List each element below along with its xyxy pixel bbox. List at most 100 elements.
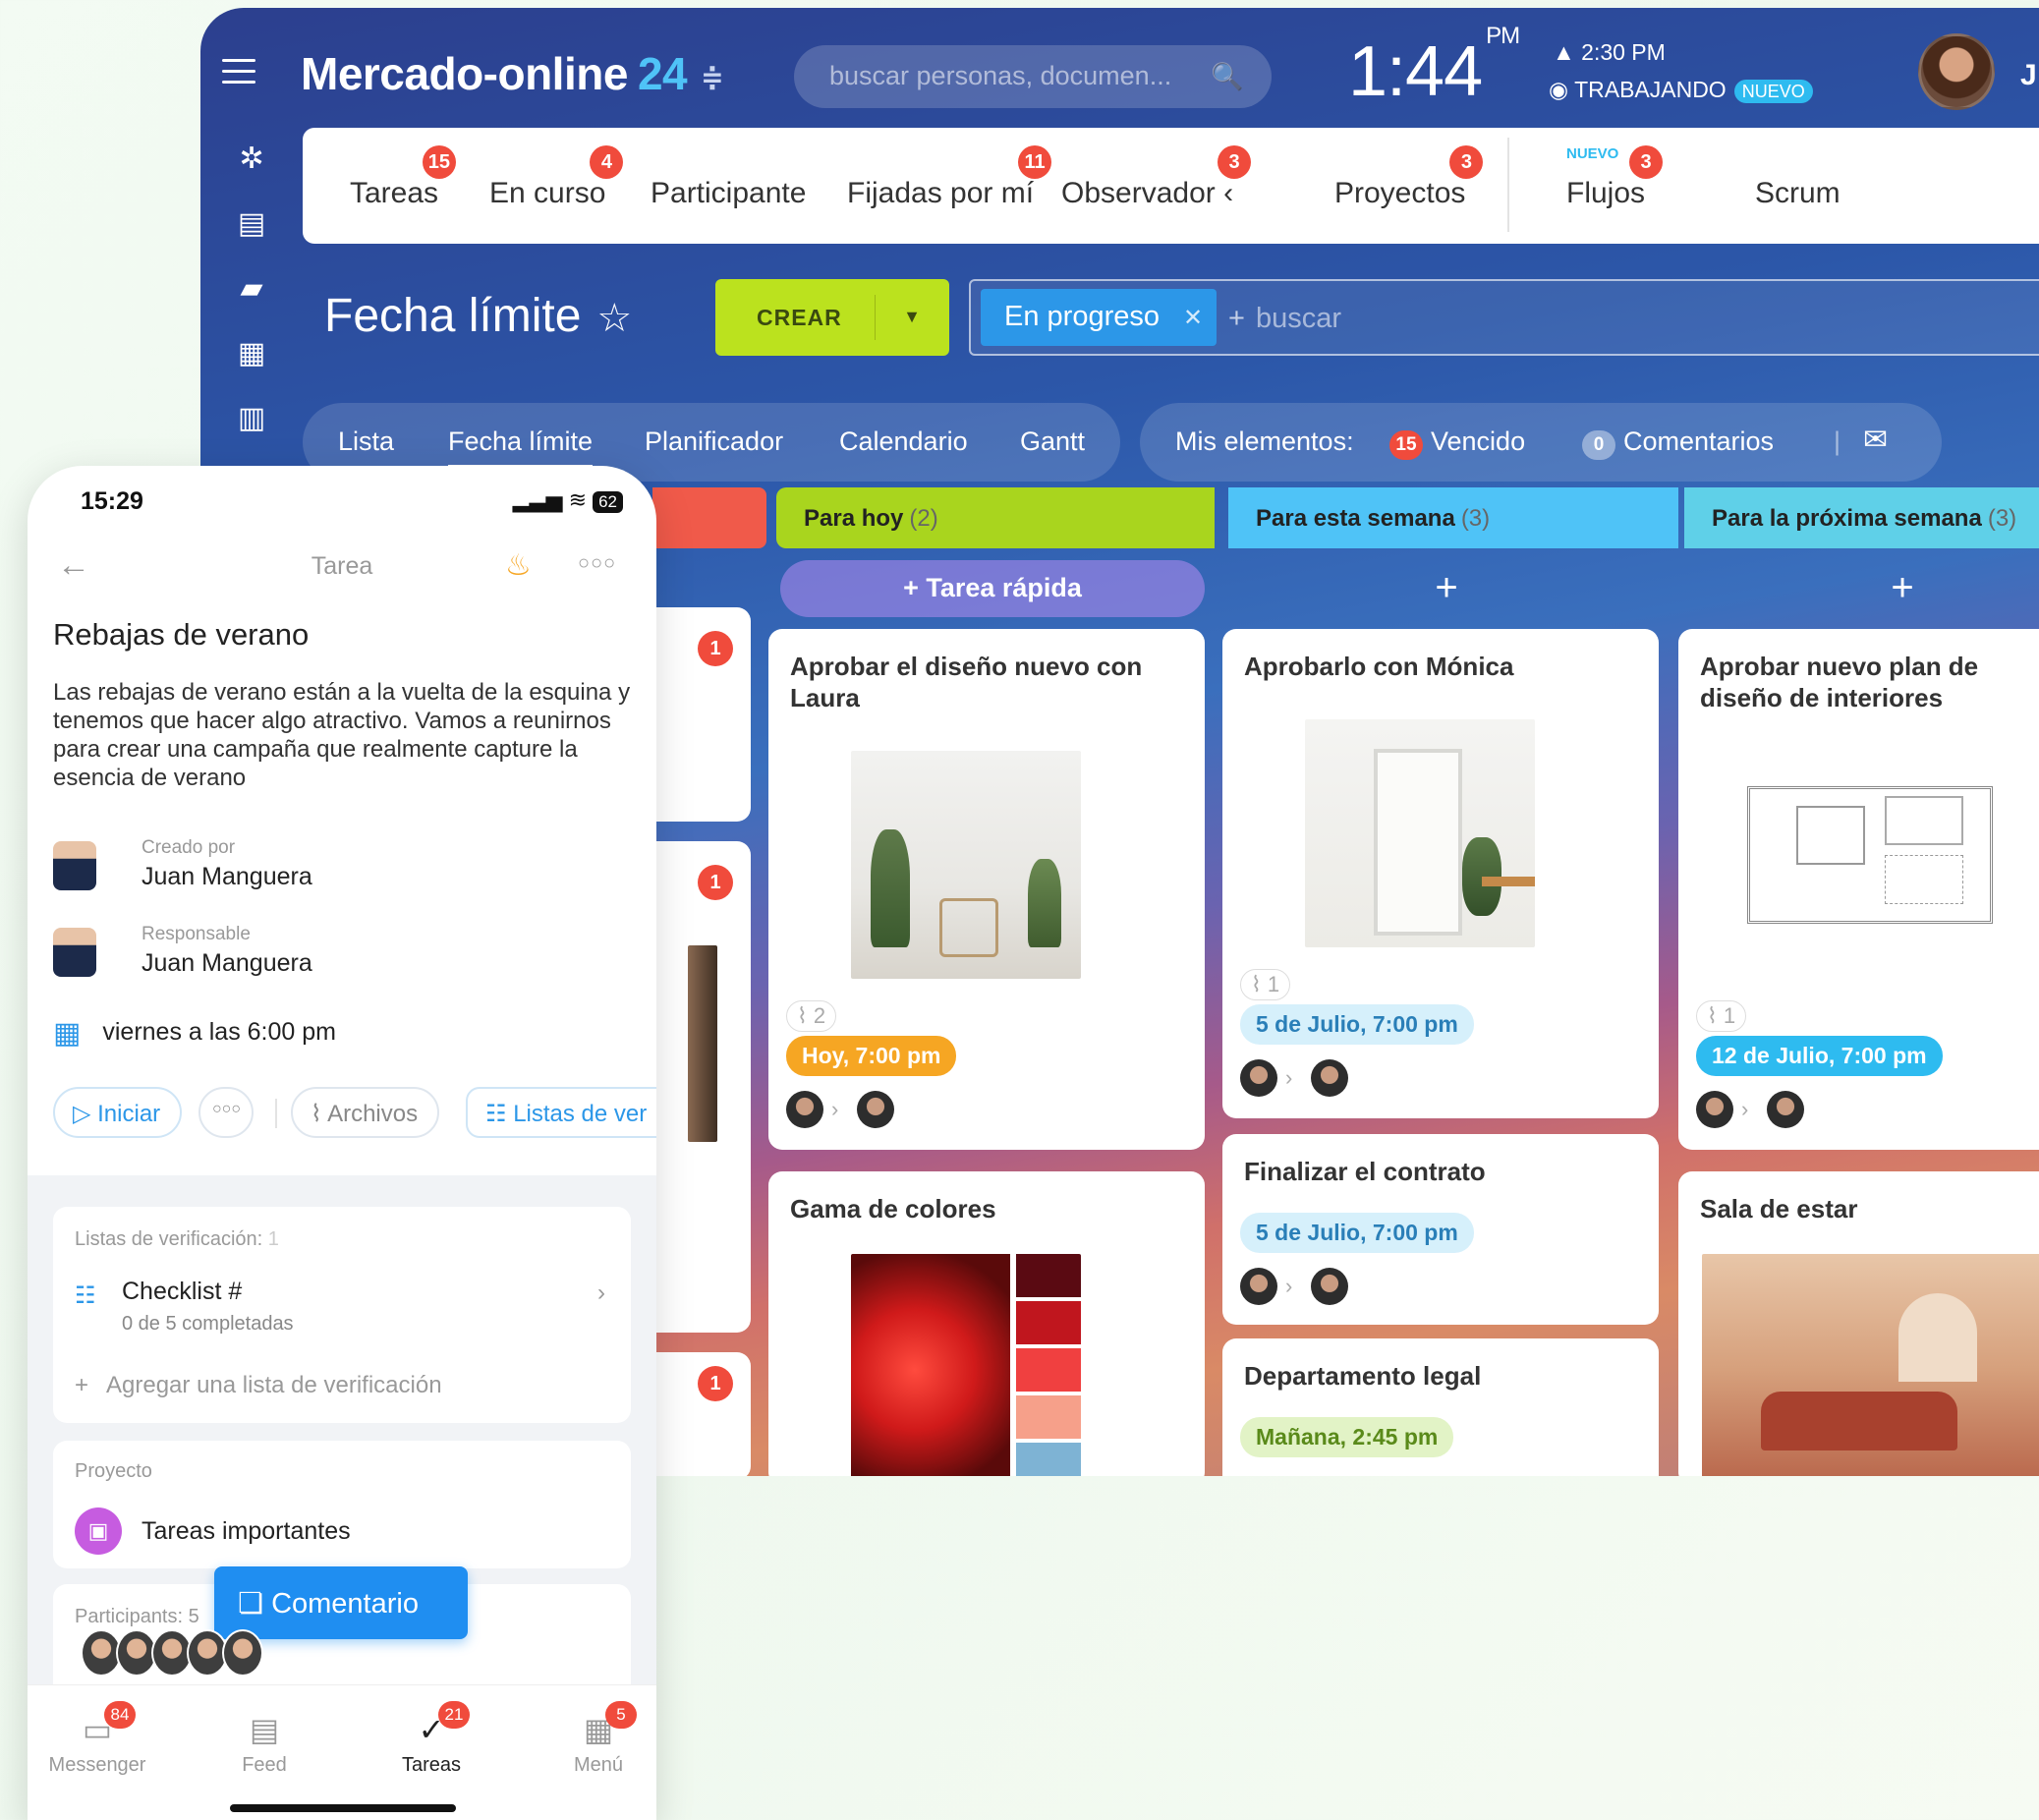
created-by-label: Creado por — [142, 837, 236, 858]
column-this-week[interactable]: Para esta semana (3) — [1228, 487, 1678, 548]
tab-proyectos[interactable]: Proyectos 3 — [1334, 145, 1484, 210]
star-icon[interactable]: ☆ — [596, 297, 632, 340]
nav-label: Messenger — [48, 1754, 146, 1776]
sidebar-chat-icon[interactable]: ▰ — [226, 271, 277, 322]
task-card[interactable]: Aprobar nuevo plan de diseño de interior… — [1678, 629, 2039, 1150]
tab-tareas[interactable]: Tareas 15 — [350, 145, 457, 210]
comments-filter[interactable]: 0 Comentarios — [1582, 427, 1774, 460]
deadline-badge[interactable]: 12 de Julio, 7:00 pm — [1696, 1036, 1943, 1076]
tab-fijadas[interactable]: Fijadas por mí 11 — [847, 145, 1052, 210]
start-button[interactable]: ▷ Iniciar — [53, 1087, 183, 1138]
attachment-count[interactable]: ⌇ 1 — [1696, 1000, 1747, 1032]
sidebar-document-icon[interactable]: ▥ — [226, 401, 277, 452]
chevron-down-icon[interactable]: ▼ — [875, 295, 949, 340]
tab-count: 3 — [1449, 145, 1484, 179]
files-button[interactable]: ⌇ Archivos — [291, 1087, 440, 1138]
add-task-next-week[interactable]: + — [1684, 566, 2039, 610]
tab-observador[interactable]: Observador 3 ‹ — [1061, 145, 1252, 210]
avatar[interactable] — [857, 1091, 894, 1128]
wifi-icon: ≋ — [568, 487, 588, 512]
add-task-this-week[interactable]: + — [1228, 566, 1665, 610]
add-checklist-button[interactable]: + Agregar una lista de verificación — [75, 1372, 442, 1399]
add-checklist-label: Agregar una lista de verificación — [106, 1372, 442, 1398]
avatar[interactable] — [1311, 1268, 1348, 1305]
chat-check-icon[interactable]: ✉ — [1863, 423, 1888, 457]
chevron-left-icon[interactable]: ‹ — [1223, 177, 1233, 209]
deadline-badge[interactable]: 5 de Julio, 7:00 pm — [1240, 1004, 1474, 1045]
menu-icon[interactable] — [222, 59, 255, 91]
work-status[interactable]: ◉ TRABAJANDO NUEVO — [1549, 77, 1813, 103]
avatar[interactable] — [1240, 1059, 1277, 1097]
filter-search[interactable]: En progreso ✕ + buscar — [969, 279, 2039, 356]
checklist-name[interactable]: Checklist # — [122, 1278, 242, 1306]
task-card[interactable]: Departamento legal Mañana, 2:45 pm — [1222, 1338, 1659, 1476]
chevron-right-icon[interactable]: › — [597, 1280, 605, 1307]
create-button[interactable]: CREAR ▼ — [715, 279, 949, 356]
sidebar-hub-icon[interactable]: ✲ — [226, 142, 277, 193]
column-next-week[interactable]: Para la próxima semana (3) — [1684, 487, 2039, 548]
column-title: Para la próxima semana — [1712, 505, 1982, 532]
quick-task-button[interactable]: + Tarea rápida — [780, 560, 1205, 617]
search-icon[interactable]: 🔍 — [1211, 61, 1244, 92]
tab-en-curso[interactable]: En curso 4 — [489, 145, 624, 210]
nav-badge: 5 — [605, 1701, 637, 1729]
attachment-count[interactable]: ⌇ 2 — [786, 1000, 837, 1032]
task-card[interactable]: Sala de estar — [1678, 1171, 2039, 1476]
view-lista[interactable]: Lista — [338, 427, 394, 457]
avatar[interactable] — [786, 1091, 823, 1128]
avatar[interactable] — [1696, 1091, 1733, 1128]
responsible-label: Responsable — [142, 924, 251, 944]
view-calendario[interactable]: Calendario — [839, 427, 968, 457]
sidebar-feed-icon[interactable]: ▤ — [226, 206, 277, 257]
avatar[interactable] — [1311, 1059, 1348, 1097]
alarm[interactable]: ▲ 2:30 PM — [1553, 39, 1666, 66]
view-planificador[interactable]: Planificador — [645, 427, 783, 457]
view-gantt[interactable]: Gantt — [1020, 427, 1085, 457]
nav-label: Feed — [242, 1754, 287, 1776]
clip-icon: ⌇ — [1707, 1003, 1718, 1028]
deadline-badge[interactable]: Mañana, 2:45 pm — [1240, 1417, 1454, 1457]
more-icon[interactable]: ○○○ — [578, 552, 616, 575]
nav-tareas[interactable]: ✓ Tareas 21 — [368, 1701, 495, 1777]
close-icon[interactable]: ✕ — [1183, 305, 1203, 331]
brand-logo[interactable]: Mercado-online 24 ≑ — [301, 47, 724, 100]
nav-feed[interactable]: ▤ Feed — [200, 1711, 328, 1777]
task-card-title: Aprobar nuevo plan de diseño de interior… — [1700, 652, 1979, 712]
filter-chip[interactable]: En progreso ✕ — [981, 289, 1218, 346]
start-label: Iniciar — [97, 1101, 161, 1127]
avatar[interactable] — [1767, 1091, 1804, 1128]
column-count: (3) — [1460, 505, 1491, 532]
avatar[interactable] — [1240, 1268, 1277, 1305]
view-fecha-limite[interactable]: Fecha límite — [448, 427, 594, 468]
task-card[interactable]: Finalizar el contrato 5 de Julio, 7:00 p… — [1222, 1134, 1659, 1325]
comment-button[interactable]: ❏ Comentario — [214, 1566, 468, 1639]
fire-icon[interactable]: ♨ — [505, 548, 532, 583]
switch-icon[interactable]: ≑ — [701, 62, 723, 92]
tab-scrum[interactable]: Scrum — [1755, 177, 1841, 210]
deadline-badge[interactable]: Hoy, 7:00 pm — [786, 1036, 957, 1076]
task-card[interactable]: Aprobar el diseño nuevo con Laura ⌇ 2 Ho… — [768, 629, 1205, 1150]
project-card[interactable]: Proyecto ▣ Tareas importantes — [53, 1441, 631, 1568]
deadline-badge[interactable]: 5 de Julio, 7:00 pm — [1240, 1213, 1474, 1253]
tab-participante[interactable]: Participante — [651, 177, 806, 210]
clock-time: 1:44 — [1348, 32, 1483, 111]
nav-messenger[interactable]: ▭ Messenger 84 — [33, 1701, 161, 1777]
user-name[interactable]: J — [2020, 59, 2037, 92]
deadline-row[interactable]: ▦ viernes a las 6:00 pm — [53, 1016, 336, 1051]
sidebar-calendar-icon[interactable]: ▦ — [226, 336, 277, 387]
top-bar: Mercado-online 24 ≑ buscar personas, docum… — [200, 8, 2039, 128]
avatar[interactable] — [1918, 33, 1995, 110]
search-input[interactable]: buscar personas, documen... 🔍 — [794, 45, 1272, 108]
attachment-count[interactable]: ⌇ 1 — [1240, 969, 1291, 1000]
more-actions-button[interactable]: ○○○ — [198, 1087, 254, 1138]
task-card[interactable]: Gama de colores — [768, 1171, 1205, 1476]
nav-menu[interactable]: ▦ Menú 5 — [535, 1701, 656, 1777]
comments-count: 0 — [1582, 430, 1615, 460]
task-card[interactable]: Aprobarlo con Mónica ⌇ 1 5 de Julio, 7:0… — [1222, 629, 1659, 1118]
column-today[interactable]: Para hoy (2) — [776, 487, 1215, 548]
tab-flujos[interactable]: NUEVO Flujos 3 — [1566, 145, 1664, 210]
participants-avatars[interactable] — [81, 1629, 263, 1681]
created-by-name: Juan Manguera — [142, 863, 312, 890]
checklists-button[interactable]: ☷ Listas de ver — [466, 1087, 656, 1138]
overdue-filter[interactable]: 15 Vencido — [1389, 427, 1525, 460]
